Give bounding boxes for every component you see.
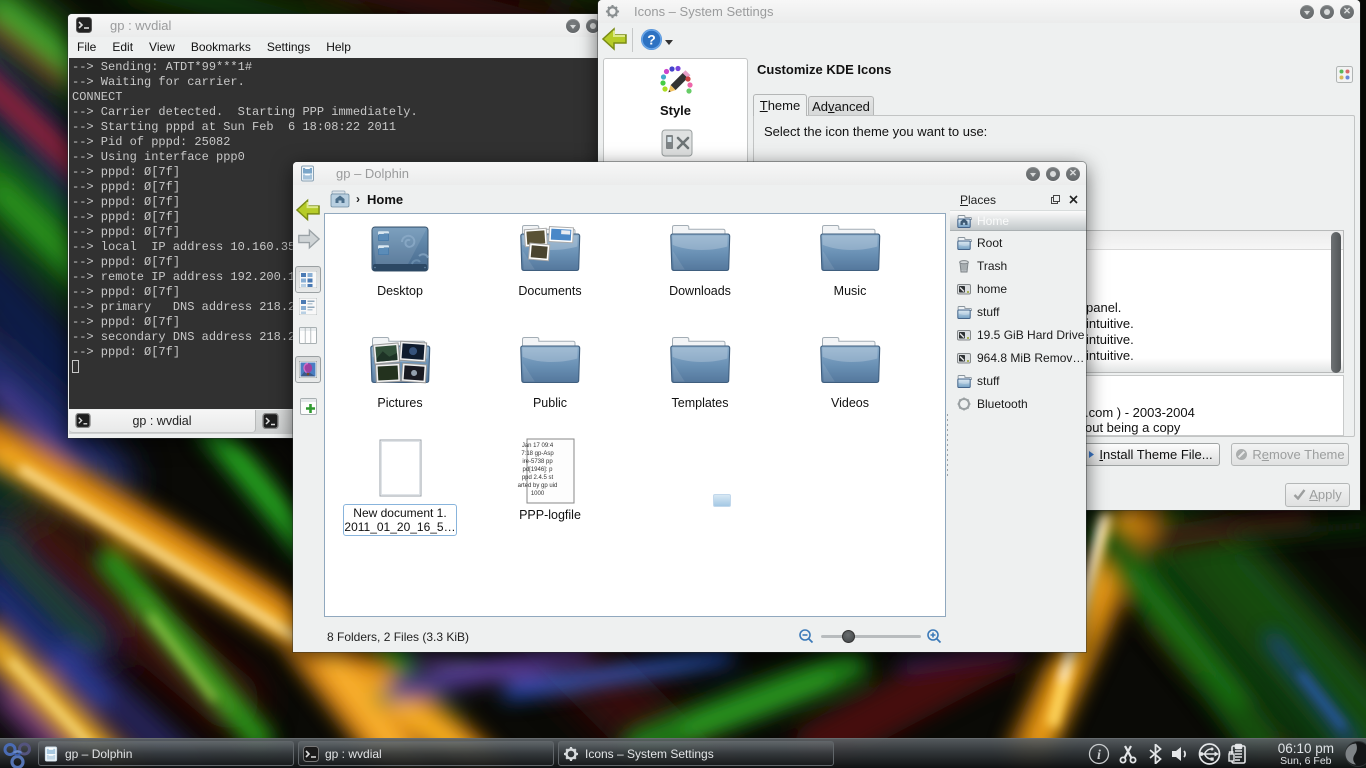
svg-text:?: ? (647, 32, 656, 48)
svg-text:i: i (1097, 748, 1101, 763)
